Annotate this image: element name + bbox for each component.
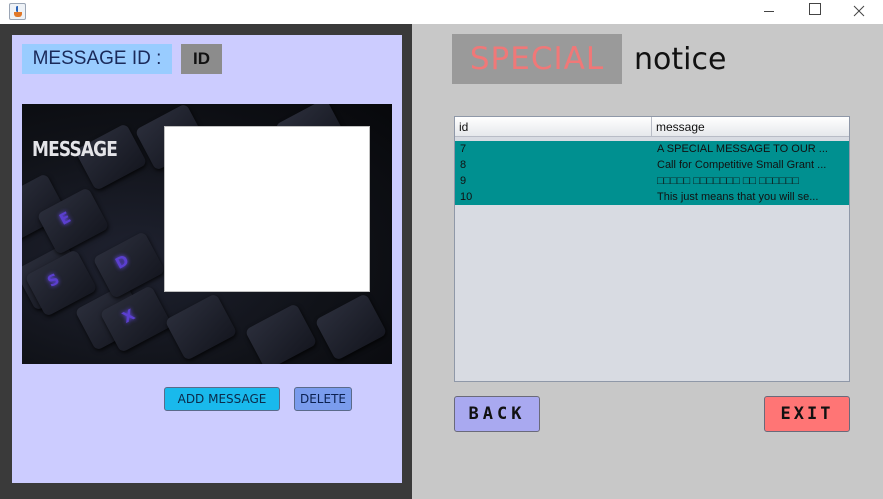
- title-bar: [0, 0, 883, 24]
- java-app-icon: [9, 3, 26, 20]
- cell-id: 9: [460, 175, 467, 187]
- delete-button[interactable]: DELETE: [294, 387, 352, 411]
- column-header-id[interactable]: id: [455, 117, 652, 137]
- table-row[interactable]: 9 □□□□□ □□□□□□□ □□ □□□□□□: [455, 173, 849, 189]
- cell-message: Call for Competitive Small Grant ...: [657, 159, 827, 171]
- cell-id: 10: [460, 191, 473, 203]
- table-row[interactable]: 10 This just means that you will se...: [455, 189, 849, 205]
- cell-id: 7: [460, 143, 467, 155]
- back-button[interactable]: BACK: [454, 396, 540, 432]
- message-form-panel: MESSAGE ID : ID E D S X MESSAGE ADD MESS…: [12, 35, 402, 483]
- cell-message: A SPECIAL MESSAGE TO OUR ...: [657, 143, 828, 155]
- add-message-button[interactable]: ADD MESSAGE: [164, 387, 280, 411]
- table-body: 7 A SPECIAL MESSAGE TO OUR ... 8 Call for C…: [455, 141, 849, 205]
- special-title: SPECIAL: [452, 34, 622, 84]
- keyboard-key-d: D: [92, 231, 166, 299]
- exit-button[interactable]: EXIT: [764, 396, 850, 432]
- left-frame: MESSAGE ID : ID E D S X MESSAGE ADD MESS…: [0, 24, 412, 499]
- message-id-label: MESSAGE ID :: [22, 44, 172, 74]
- close-icon: [853, 5, 865, 17]
- table-row[interactable]: 7 A SPECIAL MESSAGE TO OUR ...: [455, 141, 849, 157]
- cell-id: 8: [460, 159, 467, 171]
- table-row[interactable]: 8 Call for Competitive Small Grant ...: [455, 157, 849, 173]
- table-header: id message: [455, 117, 849, 137]
- message-id-value: ID: [181, 44, 222, 74]
- notice-title: notice: [634, 42, 727, 77]
- cell-message: □□□□□ □□□□□□□ □□ □□□□□□: [657, 175, 800, 187]
- message-textarea[interactable]: [164, 126, 370, 292]
- messages-table[interactable]: id message 7 A SPECIAL MESSAGE TO OUR ...…: [454, 116, 850, 382]
- app-window: MESSAGE ID : ID E D S X MESSAGE ADD MESS…: [0, 0, 883, 499]
- column-header-message[interactable]: message: [652, 117, 849, 137]
- maximize-button[interactable]: [791, 0, 837, 24]
- message-caption: MESSAGE: [32, 137, 118, 161]
- close-button[interactable]: [836, 0, 882, 24]
- minimize-button[interactable]: [746, 0, 792, 24]
- notice-panel: SPECIAL notice id message 7 A SPECIAL MES…: [412, 24, 883, 499]
- cell-message: This just means that you will se...: [657, 191, 819, 203]
- keyboard-background-image: E D S X MESSAGE: [22, 104, 392, 364]
